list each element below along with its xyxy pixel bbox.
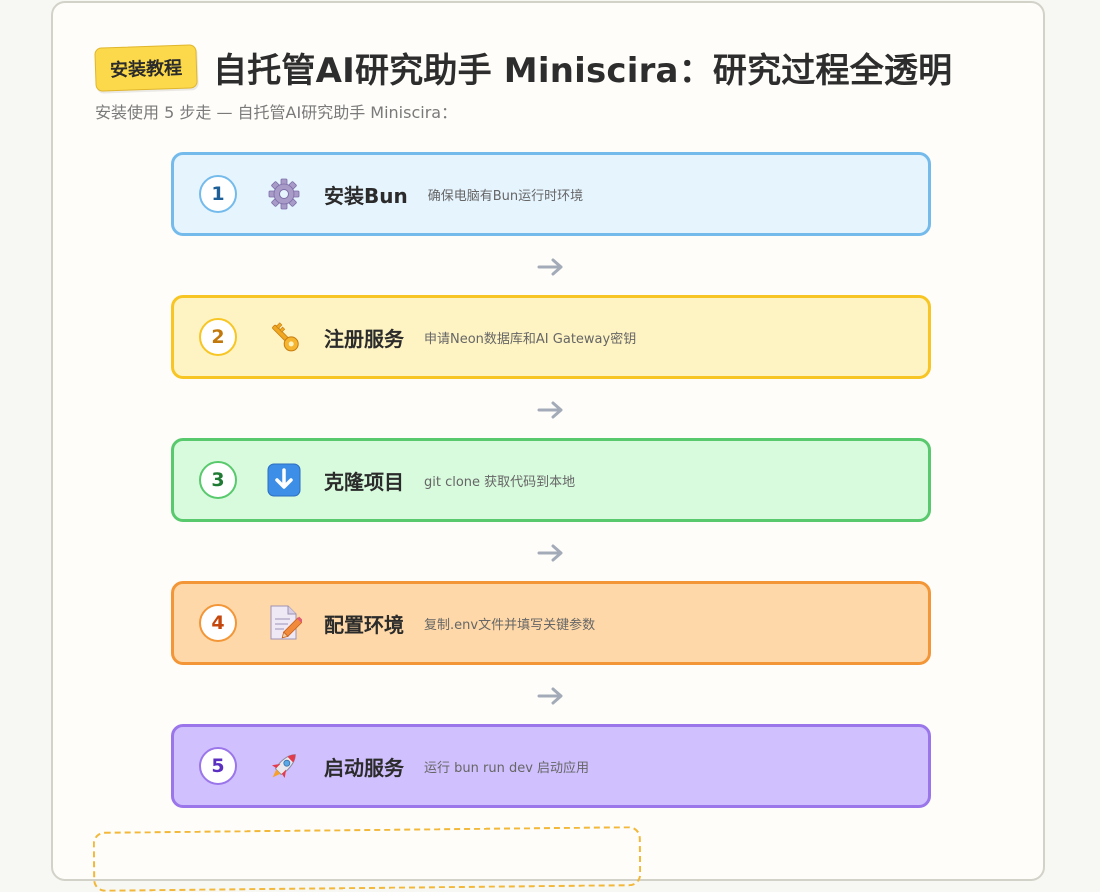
step-title: 启动服务 (324, 755, 404, 780)
step-description: 运行 bun run dev 启动应用 (424, 760, 590, 776)
step-title: 配置环境 (324, 612, 404, 637)
step-description: 复制.env文件并填写关键参数 (424, 617, 596, 633)
step-card-4: 4 配置环境 复制.env文件并填写关键参数 (171, 581, 931, 665)
tips-note-box (92, 826, 642, 892)
step-card-2: 2 注册服务 申请Neon数据库和AI Gateway密钥 (171, 295, 931, 379)
tutorial-badge: 安装教程 (94, 43, 198, 92)
page-header: 安装教程 自托管AI研究助手 Miniscira：研究过程全透明 (94, 43, 953, 92)
step-number-badge: 3 (199, 461, 237, 499)
step-description: 申请Neon数据库和AI Gateway密钥 (424, 331, 637, 347)
step-card-3: 3 克隆项目 git clone 获取代码到本地 (171, 438, 931, 522)
step-title: 注册服务 (324, 326, 404, 351)
right-arrow-icon (533, 255, 569, 279)
step-description: git clone 获取代码到本地 (424, 474, 576, 490)
right-arrow-icon (533, 541, 569, 565)
page-subtitle: 安装使用 5 步走 — 自托管AI研究助手 Miniscira： (95, 103, 458, 122)
document-pencil-icon (264, 603, 304, 643)
rocket-icon (264, 746, 304, 786)
step-number-badge: 1 (199, 175, 237, 213)
page-title: 自托管AI研究助手 Miniscira：研究过程全透明 (213, 51, 953, 91)
right-arrow-icon (533, 684, 569, 708)
content-card: 安装教程 自托管AI研究助手 Miniscira：研究过程全透明 安装使用 5 … (51, 1, 1045, 892)
step-card-5: 5 启动服务 运行 bun run dev 启动应用 (171, 724, 931, 808)
step-title: 克隆项目 (324, 469, 404, 494)
step-number-badge: 5 (199, 747, 237, 785)
step-number-badge: 2 (199, 318, 237, 356)
step-number-badge: 4 (199, 604, 237, 642)
right-arrow-icon (533, 398, 569, 422)
step-card-1: 1 安装Bun 确保电脑有Bun运行时环境 (171, 152, 931, 236)
download-arrow-icon (264, 460, 304, 500)
step-title: 安装Bun (324, 183, 408, 208)
key-icon (264, 317, 304, 357)
gear-icon (264, 174, 304, 214)
step-description: 确保电脑有Bun运行时环境 (427, 188, 584, 204)
